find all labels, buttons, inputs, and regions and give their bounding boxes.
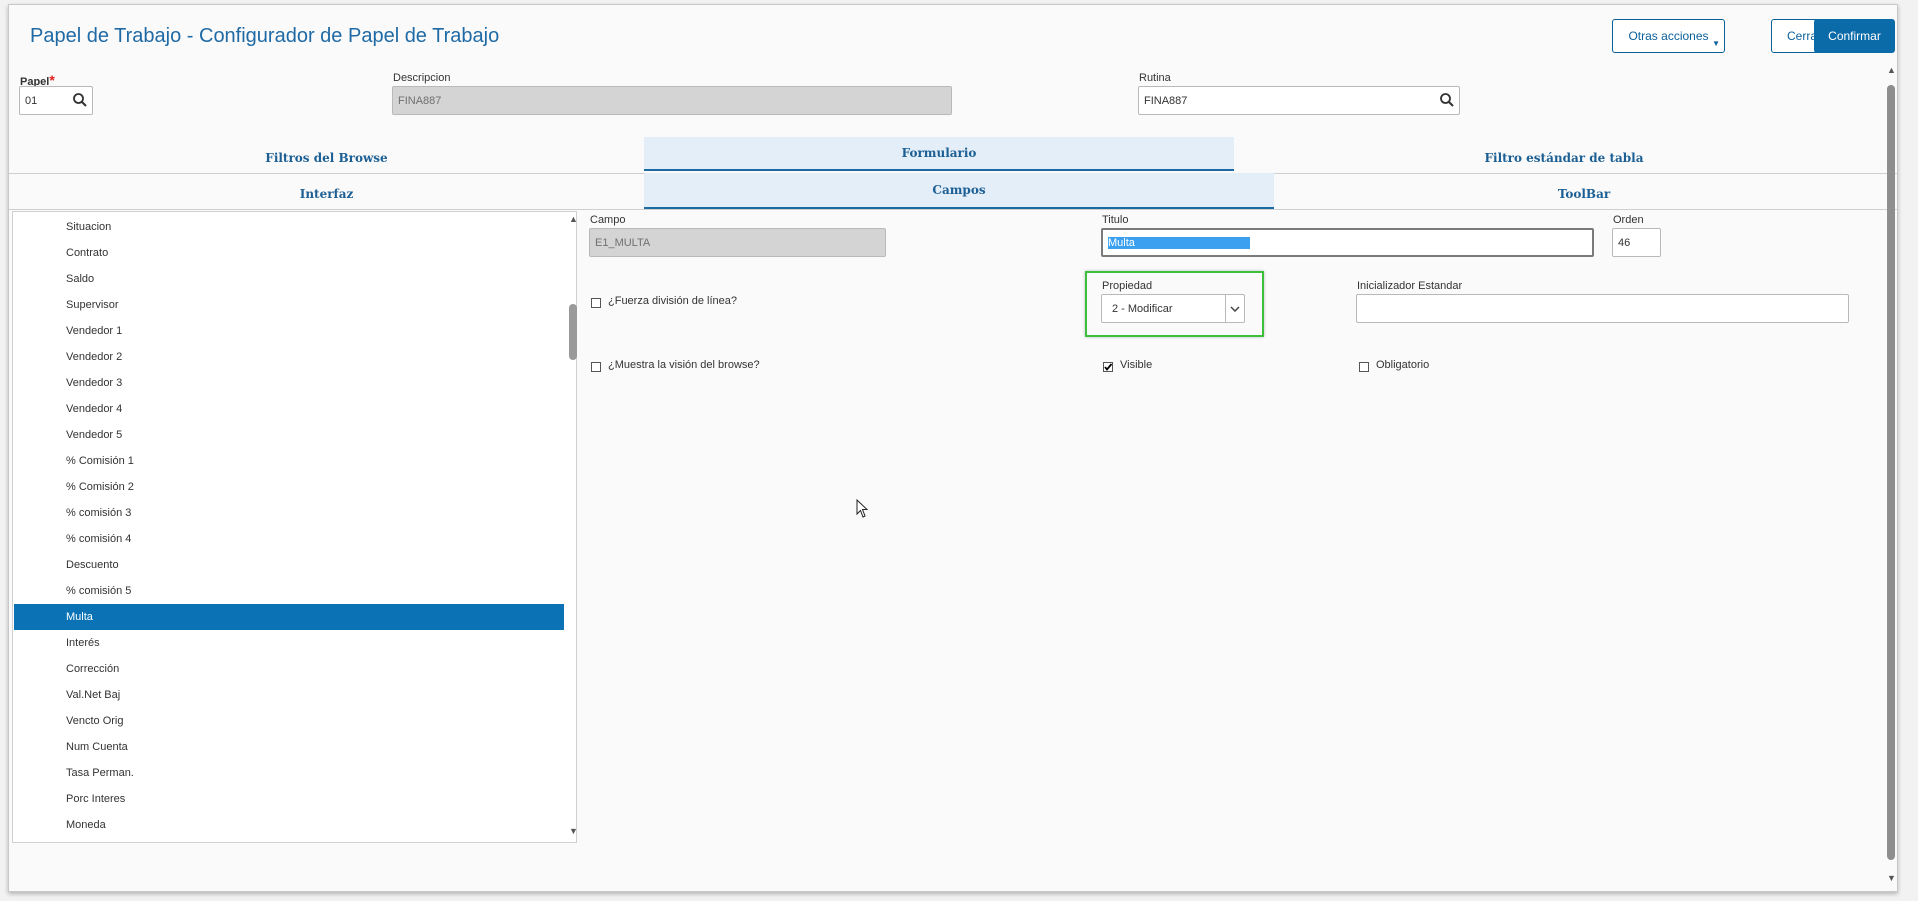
- list-item[interactable]: % comisión 4: [14, 526, 564, 552]
- muestra-label: ¿Muestra la visión del browse?: [608, 359, 760, 371]
- propiedad-select[interactable]: 2 - Modificar: [1101, 294, 1245, 323]
- fuerza-checkbox[interactable]: [591, 298, 601, 308]
- scroll-up-icon[interactable]: ▲: [569, 214, 578, 224]
- list-item[interactable]: Corrección: [14, 656, 564, 682]
- list-item[interactable]: Saldo: [14, 266, 564, 292]
- orden-field[interactable]: 46: [1612, 228, 1661, 257]
- rutina-label: Rutina: [1139, 72, 1171, 84]
- list-item[interactable]: Vendedor 5: [14, 422, 564, 448]
- list-item[interactable]: Vendedor 3: [14, 370, 564, 396]
- list-item[interactable]: % comisión 5: [14, 578, 564, 604]
- list-item[interactable]: % Comisión 1: [14, 448, 564, 474]
- visible-checkbox[interactable]: [1103, 362, 1113, 372]
- confirm-button[interactable]: Confirmar: [1814, 19, 1895, 53]
- papel-field[interactable]: 01: [19, 86, 93, 115]
- rutina-field[interactable]: FINA887: [1138, 86, 1460, 115]
- list-item[interactable]: Supervisor: [14, 292, 564, 318]
- list-item[interactable]: Situacion: [14, 214, 564, 240]
- muestra-checkbox[interactable]: [591, 362, 601, 372]
- visible-label: Visible: [1120, 359, 1153, 371]
- tab-interfaz[interactable]: Interfaz: [9, 179, 644, 209]
- list-item[interactable]: Interés: [14, 630, 564, 656]
- list-item[interactable]: Num Cuenta: [14, 734, 564, 760]
- descripcion-field: FINA887: [392, 86, 952, 115]
- list-item[interactable]: Vendedor 1: [14, 318, 564, 344]
- fuerza-label: ¿Fuerza división de línea?: [608, 295, 738, 307]
- orden-label: Orden: [1613, 214, 1644, 226]
- tab-formulario[interactable]: Formulario: [644, 137, 1234, 171]
- list-item[interactable]: Tasa Perman.: [14, 760, 564, 786]
- obligatorio-label: Obligatorio: [1376, 359, 1430, 371]
- window-scrollbar[interactable]: ▲ ▼: [1885, 65, 1897, 885]
- list-item[interactable]: Descuento: [14, 552, 564, 578]
- list-item[interactable]: Vencto Orig: [14, 708, 564, 734]
- list-item[interactable]: % Comisión 2: [14, 474, 564, 500]
- list-item[interactable]: Val.Net Baj: [14, 682, 564, 708]
- tab-filtro-estandar[interactable]: Filtro estándar de tabla: [1234, 143, 1894, 173]
- list-item[interactable]: Multa: [14, 604, 564, 630]
- tab-toolbar[interactable]: ToolBar: [1274, 179, 1894, 209]
- descripcion-label: Descripcion: [393, 72, 451, 84]
- mouse-cursor-icon: [856, 499, 869, 518]
- scroll-down-icon[interactable]: ▼: [569, 826, 578, 836]
- tab-campos[interactable]: Campos: [644, 173, 1274, 209]
- scroll-down-icon[interactable]: ▼: [1887, 873, 1896, 883]
- campo-field: E1_MULTA: [589, 228, 886, 257]
- chevron-down-icon[interactable]: [1225, 295, 1244, 322]
- scroll-thumb[interactable]: [1887, 85, 1895, 860]
- tab-divider: [9, 209, 1897, 210]
- list-item[interactable]: Moneda: [14, 812, 564, 838]
- page-title: Papel de Trabajo - Configurador de Papel…: [30, 25, 500, 47]
- search-icon[interactable]: [1439, 92, 1455, 108]
- list-scrollbar[interactable]: ▲ ▼: [568, 212, 578, 842]
- obligatorio-checkbox[interactable]: [1359, 362, 1369, 372]
- list-item[interactable]: Porc Interes: [14, 786, 564, 812]
- inicializador-field[interactable]: [1356, 294, 1849, 323]
- titulo-label: Titulo: [1102, 214, 1129, 226]
- campo-label: Campo: [590, 214, 626, 226]
- list-item[interactable]: Contrato: [14, 240, 564, 266]
- scroll-up-icon[interactable]: ▲: [1887, 65, 1896, 75]
- checkmark-icon: [1104, 363, 1113, 371]
- list-item[interactable]: % comisión 3: [14, 500, 564, 526]
- app-window: Papel de Trabajo - Configurador de Papel…: [8, 4, 1898, 892]
- selected-text: Multa: [1108, 236, 1250, 249]
- other-actions-button[interactable]: Otras acciones ▼: [1612, 19, 1725, 53]
- other-actions-label: Otras acciones: [1628, 29, 1709, 43]
- propiedad-label: Propiedad: [1102, 280, 1153, 292]
- inicializador-label: Inicializador Estandar: [1357, 280, 1463, 292]
- list-item[interactable]: Vendedor 4: [14, 396, 564, 422]
- field-list[interactable]: Situacion Contrato Saldo Supervisor Vendedor…: [12, 211, 578, 843]
- scroll-thumb[interactable]: [569, 304, 577, 360]
- tab-filtros-browse[interactable]: Filtros del Browse: [9, 143, 644, 173]
- caret-down-icon: ▼: [1712, 39, 1720, 48]
- titulo-field[interactable]: Multa: [1101, 228, 1594, 257]
- search-icon[interactable]: [72, 92, 88, 108]
- list-item[interactable]: Vendedor 2: [14, 344, 564, 370]
